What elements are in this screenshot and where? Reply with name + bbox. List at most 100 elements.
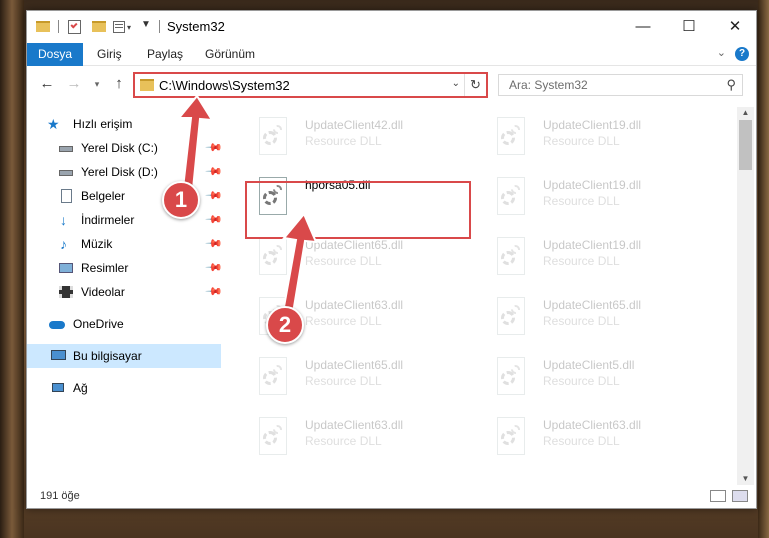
tab-view[interactable]: Görünüm (205, 43, 255, 66)
pin-icon[interactable]: 📌 (204, 258, 223, 277)
file-type: Resource DLL (543, 134, 620, 148)
sidebar-item-label: Yerel Disk (D:) (81, 165, 158, 179)
vertical-scrollbar[interactable]: ▲ ▼ (737, 107, 754, 485)
file-type: Resource DLL (543, 314, 620, 328)
sidebar-item-pictures[interactable]: Resimler 📌 (27, 256, 223, 280)
drive-icon (59, 141, 73, 155)
title-bar: ▾ ▼ System32 — ☐ ✕ (27, 11, 756, 43)
chevron-down-icon[interactable]: ▼ (141, 19, 153, 35)
sidebar-item-label: Videolar (81, 285, 125, 299)
videos-icon (59, 285, 73, 299)
pin-icon[interactable]: 📌 (204, 210, 223, 229)
pin-icon[interactable]: 📌 (204, 138, 223, 157)
forward-button[interactable]: → (64, 74, 84, 94)
sidebar-item-videos[interactable]: Videolar 📌 (27, 280, 223, 304)
sidebar-item-onedrive[interactable]: OneDrive (27, 312, 221, 336)
sidebar-item-quick-access[interactable]: ★ Hızlı erişim (27, 112, 221, 136)
file-item[interactable]: UpdateClient63.dll Resource DLL (247, 409, 477, 465)
navigation-bar: ← → ▾ ↑ C:\Windows\System32 ⌄ ↻ Ara: Sys… (27, 70, 756, 100)
background-tree (0, 0, 24, 538)
file-name: UpdateClient19.dll (543, 118, 642, 132)
sidebar-item-this-pc[interactable]: Bu bilgisayar (27, 344, 221, 368)
details-view-icon[interactable] (710, 490, 726, 502)
search-placeholder: Ara: System32 (509, 78, 588, 92)
dll-file-icon (255, 237, 291, 279)
file-item[interactable]: UpdateClient65.dll Resource DLL (247, 349, 477, 405)
file-item[interactable]: UpdateClient19.dll Resource DLL (485, 169, 715, 225)
sidebar-item-label: Bu bilgisayar (73, 349, 142, 363)
file-type: Resource DLL (543, 434, 620, 448)
address-bar[interactable]: C:\Windows\System32 ⌄ ↻ (133, 72, 488, 98)
sidebar-item-disk-c[interactable]: Yerel Disk (C:) 📌 (27, 136, 223, 160)
properties-icon[interactable] (67, 19, 83, 35)
step-2-badge: 2 (266, 306, 304, 344)
music-icon: ♪ (60, 236, 67, 252)
file-type: Resource DLL (305, 254, 382, 268)
pin-icon[interactable]: 📌 (204, 186, 223, 205)
sidebar-item-label: Müzik (81, 237, 113, 251)
file-name: UpdateClient19.dll (543, 178, 642, 192)
computer-icon (51, 349, 66, 363)
search-icon[interactable]: ⚲ (726, 77, 736, 93)
scroll-up-icon[interactable]: ▲ (737, 107, 754, 119)
up-button[interactable]: ↑ (109, 74, 129, 94)
file-item[interactable]: UpdateClient65.dll Resource DLL (485, 289, 715, 345)
status-bar: 191 öğe (27, 485, 756, 509)
pin-icon[interactable]: 📌 (204, 234, 223, 253)
window-title: System32 (167, 19, 225, 34)
dll-file-icon (493, 237, 529, 279)
file-item[interactable]: UpdateClient5.dll Resource DLL (485, 349, 715, 405)
pin-icon[interactable]: 📌 (204, 282, 223, 301)
tab-home[interactable]: Giriş (97, 43, 122, 66)
maximize-button[interactable]: ☐ (666, 11, 712, 43)
dll-file-icon (255, 357, 291, 399)
background-tree (758, 0, 769, 538)
quick-access-separator (58, 20, 59, 33)
file-name: UpdateClient63.dll (305, 298, 404, 312)
search-input[interactable]: Ara: System32 ⚲ (498, 74, 743, 96)
file-name: UpdateClient63.dll (543, 418, 642, 432)
file-name: UpdateClient65.dll (305, 238, 404, 252)
star-icon: ★ (47, 116, 60, 132)
refresh-button[interactable]: ↻ (464, 74, 486, 96)
dll-file-icon (255, 117, 291, 159)
file-item[interactable]: UpdateClient19.dll Resource DLL (485, 229, 715, 285)
pin-icon[interactable]: 📌 (204, 162, 223, 181)
back-button[interactable]: ← (37, 74, 57, 94)
scroll-down-icon[interactable]: ▼ (737, 473, 754, 485)
sidebar-item-music[interactable]: ♪ Müzik 📌 (27, 232, 223, 256)
sidebar-item-label: Belgeler (81, 189, 126, 203)
file-item[interactable]: UpdateClient42.dll Resource DLL (247, 109, 477, 165)
tab-share[interactable]: Paylaş (147, 43, 183, 66)
tab-file[interactable]: Dosya (27, 43, 83, 66)
file-type: Resource DLL (543, 194, 620, 208)
large-icons-view-icon[interactable] (732, 490, 748, 502)
pictures-icon (59, 261, 73, 275)
help-icon[interactable]: ? (735, 47, 749, 61)
network-icon (51, 381, 65, 395)
file-name: UpdateClient19.dll (543, 238, 642, 252)
ribbon-tabs: Dosya Giriş Paylaş Görünüm ⌄ ? (27, 43, 756, 66)
sidebar-item-network[interactable]: Ağ (27, 376, 221, 400)
close-button[interactable]: ✕ (712, 11, 758, 43)
expand-ribbon-icon[interactable]: ⌄ (717, 46, 726, 59)
sidebar-item-label: Yerel Disk (C:) (81, 141, 158, 155)
new-folder-icon[interactable] (91, 19, 107, 35)
dll-file-icon (493, 357, 529, 399)
file-item[interactable]: UpdateClient19.dll Resource DLL (485, 109, 715, 165)
recent-locations-button[interactable]: ▾ (87, 74, 107, 94)
address-path[interactable]: C:\Windows\System32 (159, 78, 290, 93)
minimize-button[interactable]: — (620, 11, 666, 43)
file-type: Resource DLL (543, 374, 620, 388)
drive-icon (59, 165, 73, 179)
file-type: Resource DLL (305, 134, 382, 148)
sidebar-item-disk-d[interactable]: Yerel Disk (D:) 📌 (27, 160, 223, 184)
file-name: UpdateClient42.dll (305, 118, 404, 132)
customize-toolbar-icon[interactable]: ▾ (113, 19, 135, 35)
scrollbar-thumb[interactable] (739, 120, 752, 170)
file-item[interactable]: UpdateClient63.dll Resource DLL (485, 409, 715, 465)
chevron-down-icon[interactable]: ⌄ (452, 78, 460, 89)
cloud-icon (49, 317, 65, 331)
dll-file-icon (493, 177, 529, 219)
file-type: Resource DLL (543, 254, 620, 268)
